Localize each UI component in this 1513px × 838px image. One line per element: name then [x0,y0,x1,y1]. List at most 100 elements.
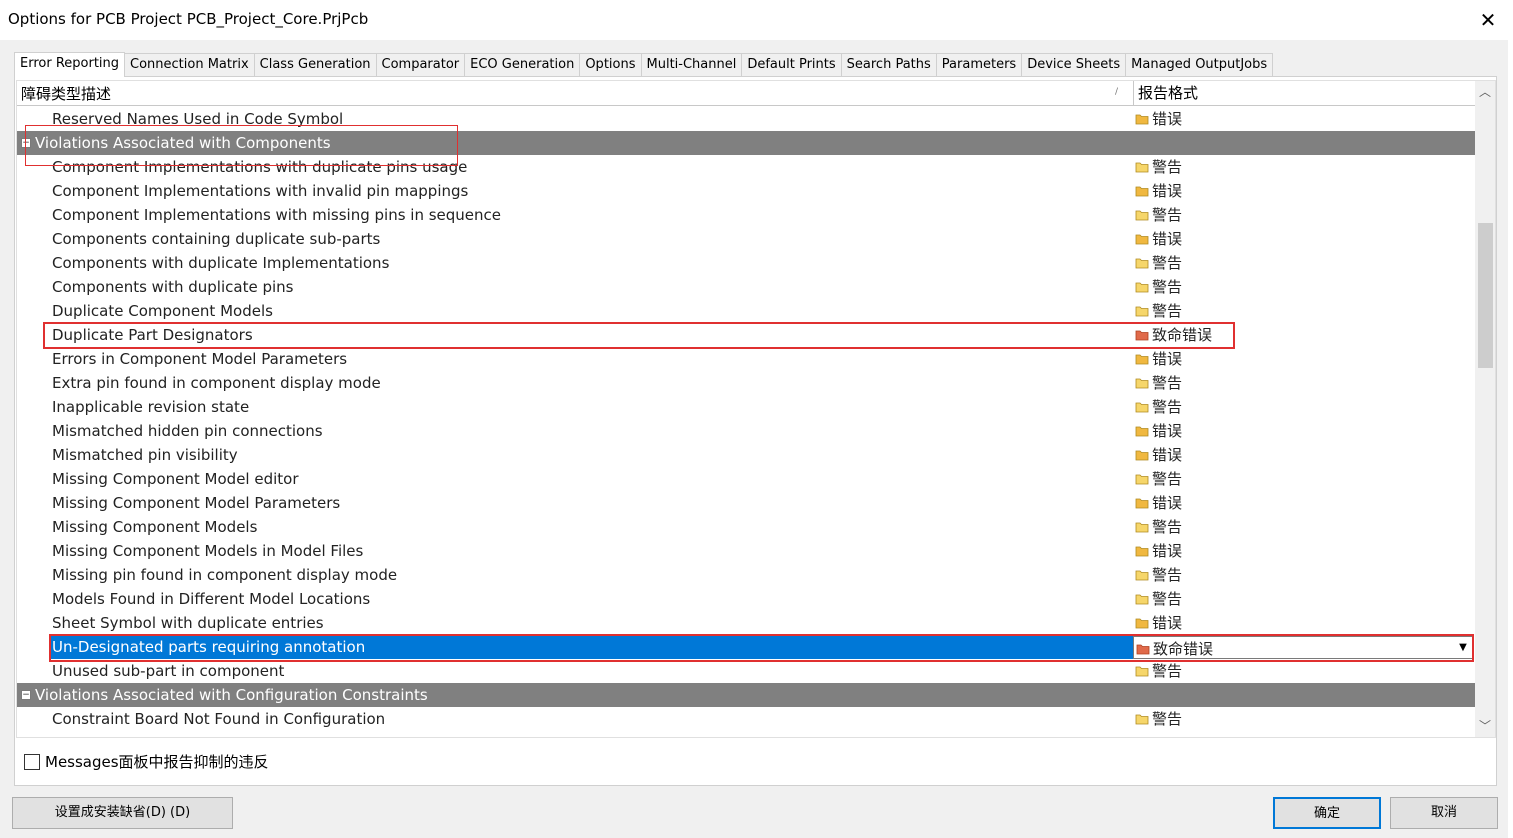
tab-search-paths[interactable]: Search Paths [840,53,937,76]
folder-icon [1135,444,1149,468]
scroll-up-icon[interactable]: ︿ [1475,83,1495,101]
tab-connection-matrix[interactable]: Connection Matrix [124,53,255,76]
suppress-checkbox-label: Messages面板中报告抑制的违反 [45,753,269,771]
table-row[interactable]: Errors in Component Model Parameters 错误 [17,347,1475,371]
table-row[interactable]: Missing Component Models in Model Files 错… [17,539,1475,563]
report-mode-text: 错误 [1152,230,1183,248]
table-row[interactable]: Reserved Names Used in Code Symbol 错误 [17,107,1475,131]
vertical-scrollbar[interactable]: ︿ ﹀ [1475,81,1495,737]
table-row[interactable]: Missing Component Models 警告 [17,515,1475,539]
tab-multi-channel[interactable]: Multi-Channel [640,53,743,76]
report-mode-value[interactable]: 警告 [1135,659,1182,684]
table-row[interactable]: Duplicate Component Models 警告 [17,299,1475,323]
rule-label: Unused sub-part in component [52,662,285,680]
report-mode-dropdown[interactable]: ▼ 致命错误 [1133,636,1473,659]
scrollbar-thumb[interactable] [1478,223,1493,368]
table-row[interactable]: Component Implementations with missing p… [17,203,1475,227]
report-mode-value[interactable]: 警告 [1135,467,1182,492]
report-mode-value[interactable]: 警告 [1135,275,1182,300]
folder-icon [1135,396,1149,420]
column-header-description[interactable]: 障碍类型描述 [21,83,111,104]
report-mode-text: 警告 [1152,590,1183,608]
table-row[interactable]: Missing pin found in component display m… [17,563,1475,587]
tab-parameters[interactable]: Parameters [935,53,1023,76]
table-row[interactable]: Extra pin found in component display mod… [17,371,1475,395]
folder-icon [1135,708,1149,732]
tab-managed-outputjobs[interactable]: Managed OutputJobs [1125,53,1274,76]
report-mode-value[interactable]: 错误 [1135,491,1182,516]
report-mode-value[interactable]: 警告 [1135,155,1182,180]
report-mode-value[interactable]: 警告 [1135,395,1182,420]
table-row[interactable]: Component Implementations with duplicate… [17,155,1475,179]
table-row[interactable]: Models Found in Different Model Location… [17,587,1475,611]
dropdown-arrow-icon[interactable]: ▼ [1455,638,1471,657]
rule-label: Constraint Board Not Found in Configurat… [52,710,386,728]
rule-label: Missing Component Models [52,518,258,536]
report-mode-value[interactable]: 致命错误 [1136,637,1213,662]
tab-class-generation[interactable]: Class Generation [253,53,377,76]
report-mode-value[interactable]: 错误 [1135,611,1182,636]
report-mode-value[interactable]: 警告 [1135,515,1182,540]
report-mode-value[interactable]: 警告 [1135,203,1182,228]
report-mode-value[interactable]: 错误 [1135,419,1182,444]
report-mode-value[interactable]: 警告 [1135,707,1182,732]
suppress-messages-option[interactable]: Messages面板中报告抑制的违反 [24,751,269,772]
group-row[interactable]: − Violations Associated with Configuratio… [17,683,1475,707]
table-row[interactable]: Mismatched pin visibility 错误 [17,443,1475,467]
tab-options[interactable]: Options [579,53,642,76]
table-row[interactable]: Missing Component Model Parameters 错误 [17,491,1475,515]
table-row[interactable]: Inapplicable revision state 警告 [17,395,1475,419]
table-row[interactable]: Un-Designated parts requiring annotation… [17,635,1475,659]
folder-icon [1136,638,1150,662]
rule-label: Sheet Symbol with duplicate entries [52,614,324,632]
report-mode-value[interactable]: 警告 [1135,251,1182,276]
report-mode-value[interactable]: 错误 [1135,539,1182,564]
rule-label: Missing pin found in component display m… [52,566,398,584]
report-mode-text: 致命错误 [1152,326,1213,344]
folder-icon [1135,228,1149,252]
report-mode-value[interactable]: 警告 [1135,587,1182,612]
tab-device-sheets[interactable]: Device Sheets [1021,53,1127,76]
report-mode-value[interactable]: 警告 [1135,563,1182,588]
report-mode-value[interactable]: 警告 [1135,371,1182,396]
rule-label: Component Implementations with duplicate… [52,158,468,176]
table-row[interactable]: Component Implementations with invalid p… [17,179,1475,203]
table-row[interactable]: Duplicate Part Designators 致命错误 [17,323,1475,347]
tab-default-prints[interactable]: Default Prints [741,53,842,76]
group-row[interactable]: − Violations Associated with Components [17,131,1475,155]
report-mode-value[interactable]: 警告 [1135,299,1182,324]
report-mode-text: 警告 [1152,518,1183,536]
tab-eco-generation[interactable]: ECO Generation [464,53,581,76]
collapse-icon[interactable]: − [21,690,31,700]
report-mode-value[interactable]: 错误 [1135,227,1182,252]
report-mode-value[interactable]: 错误 [1135,443,1182,468]
column-header-report-mode[interactable]: 报告格式 [1133,81,1198,105]
report-mode-value[interactable]: 错误 [1135,107,1182,132]
table-row[interactable]: Unused sub-part in component 警告 [17,659,1475,683]
report-mode-value[interactable]: 致命错误 [1135,323,1212,348]
collapse-icon[interactable]: − [21,138,31,148]
table-row[interactable]: Sheet Symbol with duplicate entries 错误 [17,611,1475,635]
table-row[interactable]: Components with duplicate pins 警告 [17,275,1475,299]
table-row[interactable]: Missing Component Model editor 警告 [17,467,1475,491]
folder-icon [1135,420,1149,444]
folder-icon [1135,324,1149,348]
rule-label: Errors in Component Model Parameters [52,350,348,368]
window-edge [1508,40,1513,838]
report-mode-value[interactable]: 错误 [1135,347,1182,372]
table-row[interactable]: Components containing duplicate sub-part… [17,227,1475,251]
suppress-checkbox[interactable] [24,753,40,770]
report-mode-value[interactable]: 错误 [1135,179,1182,204]
tab-comparator[interactable]: Comparator [375,53,466,76]
table-row[interactable]: Mismatched hidden pin connections 错误 [17,419,1475,443]
set-defaults-button[interactable]: 设置成安装缺省(D) (D) [12,797,233,829]
cancel-button[interactable]: 取消 [1390,797,1498,829]
rule-label: Duplicate Component Models [52,302,273,320]
scroll-down-icon[interactable]: ﹀ [1475,717,1495,735]
rule-label: Missing Component Models in Model Files [52,542,364,560]
tab-error-reporting[interactable]: Error Reporting [14,52,126,77]
table-row[interactable]: Constraint Board Not Found in Configurat… [17,707,1475,731]
table-row[interactable]: Components with duplicate Implementation… [17,251,1475,275]
close-button[interactable]: ✕ [1470,4,1506,36]
ok-button[interactable]: 确定 [1273,797,1381,829]
